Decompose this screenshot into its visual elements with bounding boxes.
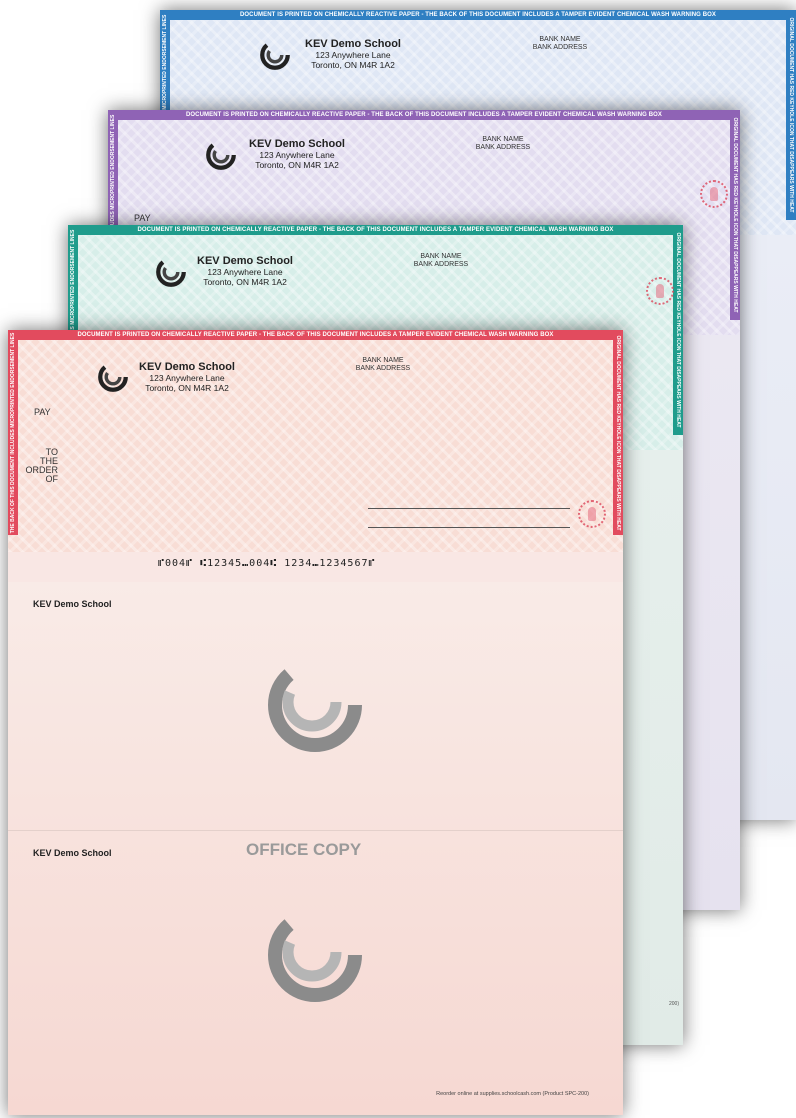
school-logo-watermark-icon xyxy=(268,658,362,752)
cheque-face-red: DOCUMENT IS PRINTED ON CHEMICALLY REACTI… xyxy=(8,330,623,552)
school-logo-icon xyxy=(98,362,128,392)
keyhole-seal-icon xyxy=(646,277,674,305)
right-security-border: ORIGINAL DOCUMENT HAS RED KEYHOLE ICON T… xyxy=(730,110,740,320)
reorder-footer: Reorder online at supplies.schoolcash.co… xyxy=(436,1091,589,1097)
security-banner: DOCUMENT IS PRINTED ON CHEMICALLY REACTI… xyxy=(160,10,796,20)
bank-info: BANK NAME BANK ADDRESS xyxy=(475,136,531,151)
office-copy-label: OFFICE COPY xyxy=(246,840,362,859)
security-banner: DOCUMENT IS PRINTED ON CHEMICALLY REACTI… xyxy=(108,110,740,120)
security-banner: DOCUMENT IS PRINTED ON CHEMICALLY REACTI… xyxy=(8,330,623,340)
school-info: KEV Demo School 123 Anywhere Lane Toront… xyxy=(197,255,293,287)
stub-product-ref: 200) xyxy=(668,1001,679,1007)
school-info: KEV Demo School 123 Anywhere Lane Toront… xyxy=(305,38,401,70)
security-banner: DOCUMENT IS PRINTED ON CHEMICALLY REACTI… xyxy=(68,225,683,235)
payee-label: TO THE ORDER OF xyxy=(25,447,58,484)
school-logo-icon xyxy=(260,40,290,70)
bank-info: BANK NAME BANK ADDRESS xyxy=(532,36,588,51)
right-security-border: ORIGINAL DOCUMENT HAS RED KEYHOLE ICON T… xyxy=(613,330,623,535)
stub-title: KEV Demo School xyxy=(33,599,112,609)
stub-area-red: KEV Demo School KEV Demo School OFFICE C… xyxy=(8,582,623,1115)
signature-line-1 xyxy=(368,508,570,509)
keyhole-seal-icon xyxy=(578,500,606,528)
signature-line-2 xyxy=(368,527,570,528)
pay-label: PAY xyxy=(34,407,51,417)
right-security-border: ORIGINAL DOCUMENT HAS RED KEYHOLE ICON T… xyxy=(673,225,683,435)
office-stub-title: KEV Demo School xyxy=(33,848,112,858)
bank-info: BANK NAME BANK ADDRESS xyxy=(355,357,411,372)
school-logo-icon xyxy=(206,140,236,170)
left-security-border: THE BACK OF THIS DOCUMENT INCLUDES MICRO… xyxy=(8,330,18,535)
keyhole-seal-icon xyxy=(700,180,728,208)
bank-info: BANK NAME BANK ADDRESS xyxy=(413,253,469,268)
stub-divider xyxy=(8,830,623,831)
school-info: KEV Demo School 123 Anywhere Lane Toront… xyxy=(249,138,345,170)
school-logo-icon xyxy=(156,257,186,287)
school-info: KEV Demo School 123 Anywhere Lane Toront… xyxy=(139,361,235,393)
micr-line: ⑈004⑈ ⑆12345⑉004⑆ 1234⑉1234567⑈ xyxy=(158,558,376,569)
right-security-border: ORIGINAL DOCUMENT HAS RED KEYHOLE ICON T… xyxy=(786,10,796,220)
school-logo-watermark-icon xyxy=(268,908,362,1002)
cheque-sheet-red: DOCUMENT IS PRINTED ON CHEMICALLY REACTI… xyxy=(8,330,623,1115)
pay-label: PAY xyxy=(134,213,151,223)
